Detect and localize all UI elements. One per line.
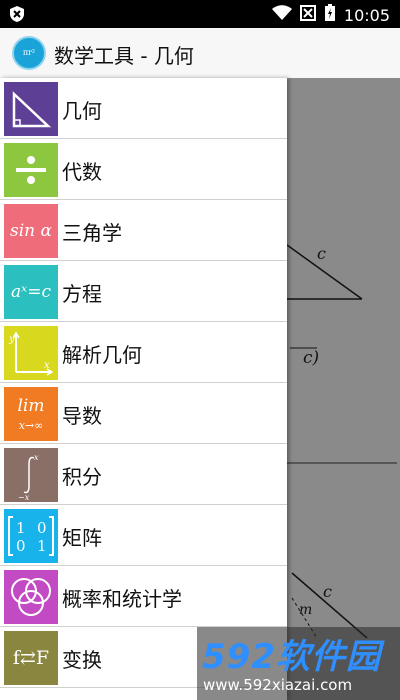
- menu-item-equations[interactable]: aˣ=c 方程: [0, 261, 287, 322]
- transform-icon: f⇄F: [4, 631, 58, 685]
- menu-item-label: 方程: [62, 282, 102, 306]
- clock-time: 10:05: [343, 5, 390, 25]
- svg-text:1: 1: [37, 537, 47, 555]
- menu-item-label: 概率和统计学: [62, 587, 182, 611]
- menu-item-analytic-geometry[interactable]: yx 解析几何: [0, 322, 287, 383]
- matrix-icon: 1001: [4, 509, 58, 563]
- menu-item-label: 积分: [62, 465, 102, 489]
- menu-item-label: 三角学: [62, 221, 122, 245]
- math-var-c: c: [317, 244, 326, 263]
- watermark-logo-text: 592软件园: [202, 637, 381, 677]
- venn-diagram-icon: [4, 570, 58, 624]
- menu-item-matrix[interactable]: 1001 矩阵: [0, 505, 287, 566]
- svg-text:0: 0: [16, 537, 26, 555]
- limit-icon: lim x→∞: [4, 387, 58, 441]
- axes-icon: yx: [4, 326, 58, 380]
- navigation-drawer: 几何 代数 sin α 三角学 aˣ=c 方程 yx 解析几何 lim x→∞ …: [0, 78, 287, 700]
- page-title: 数学工具 - 几何: [54, 44, 194, 68]
- status-bar: 10:05: [0, 0, 400, 28]
- menu-item-integral[interactable]: x −x 积分: [0, 444, 287, 505]
- no-signal-icon: [299, 5, 316, 25]
- math-var-c-2: c: [323, 582, 332, 601]
- menu-item-trigonometry[interactable]: sin α 三角学: [0, 200, 287, 261]
- svg-text:y: y: [8, 334, 15, 345]
- math-var-m: m: [299, 602, 313, 618]
- menu-item-algebra[interactable]: 代数: [0, 139, 287, 200]
- content-scrim[interactable]: c c) c m: [287, 78, 400, 700]
- menu-item-probability-statistics[interactable]: 概率和统计学: [0, 566, 287, 627]
- app-bar: πr² 数学工具 - 几何: [0, 28, 400, 78]
- sin-alpha-icon: sin α: [4, 204, 58, 258]
- menu-item-label: 代数: [62, 160, 102, 184]
- app-logo: πr²: [12, 36, 46, 70]
- math-fragment: c): [303, 348, 320, 368]
- menu-item-derivative[interactable]: lim x→∞ 导数: [0, 383, 287, 444]
- menu-item-label: 解析几何: [62, 343, 142, 367]
- svg-text:0: 0: [37, 519, 47, 537]
- svg-text:−x: −x: [18, 493, 30, 502]
- menu-item-label: 几何: [62, 99, 102, 123]
- svg-text:1: 1: [16, 519, 26, 537]
- integral-icon: x −x: [4, 448, 58, 502]
- wifi-icon: [271, 5, 292, 25]
- menu-item-label: 导数: [62, 404, 102, 428]
- content-behind-drawer: c c) c m: [287, 78, 400, 700]
- watermark-url: www.592xiazai.com: [203, 676, 353, 694]
- watermark: 592软件园 www.592xiazai.com: [197, 627, 400, 700]
- svg-text:x: x: [34, 453, 39, 462]
- menu-item-geometry[interactable]: 几何: [0, 78, 287, 139]
- exponent-equation-icon: aˣ=c: [4, 265, 58, 319]
- battery-charging-icon: [324, 4, 336, 26]
- menu-item-label: 矩阵: [62, 526, 102, 550]
- svg-text:x: x: [44, 360, 50, 371]
- menu-item-label: 变换: [62, 648, 102, 672]
- right-triangle-icon: [4, 82, 58, 136]
- notification-icon: [8, 5, 26, 23]
- divide-icon: [4, 143, 58, 197]
